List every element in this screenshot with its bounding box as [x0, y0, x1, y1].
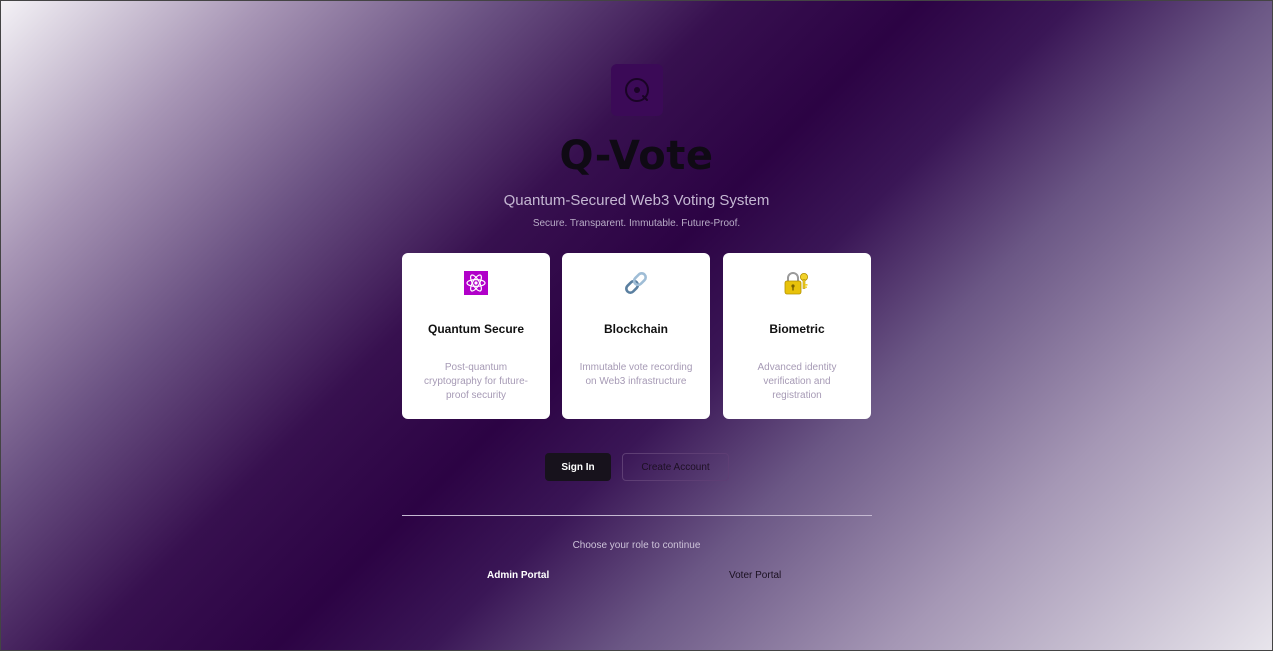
feature-card-biometric: Biometric Advanced identity verification… [723, 253, 871, 419]
feature-title: Biometric [769, 322, 825, 336]
landing-page: Q-Vote Quantum-Secured Web3 Voting Syste… [1, 1, 1272, 650]
app-tagline: Secure. Transparent. Immutable. Future-P… [532, 218, 741, 229]
feature-title: Blockchain [603, 322, 669, 336]
feature-card-quantum-secure: Quantum Secure Post-quantum cryptography… [402, 253, 550, 419]
lock-key-icon [784, 272, 808, 295]
role-prompt: Choose your role to continue [572, 540, 701, 551]
app-subtitle: Quantum-Secured Web3 Voting System [503, 192, 770, 209]
admin-portal-link[interactable]: Admin Portal [487, 570, 549, 581]
sign-in-button[interactable]: Sign In [545, 453, 611, 481]
feature-description: Immutable vote recording on Web3 infrast… [579, 362, 693, 387]
voter-portal-link[interactable]: Voter Portal [729, 570, 781, 581]
feature-title: Quantum Secure [427, 322, 525, 336]
feature-description: Advanced identity verification and regis… [757, 362, 837, 401]
feature-description: Post-quantum cryptography for future-pro… [424, 362, 528, 401]
atom-icon [464, 271, 488, 295]
create-account-button[interactable]: Create Account [622, 453, 729, 481]
feature-card-blockchain: Blockchain Immutable vote recording on W… [562, 253, 710, 419]
divider [402, 515, 872, 516]
feature-cards: Quantum Secure Post-quantum cryptography… [402, 253, 872, 419]
app-logo [611, 64, 663, 116]
quantum-logo-icon [625, 78, 649, 102]
link-icon [625, 272, 647, 294]
app-title: Q-Vote [559, 133, 714, 179]
